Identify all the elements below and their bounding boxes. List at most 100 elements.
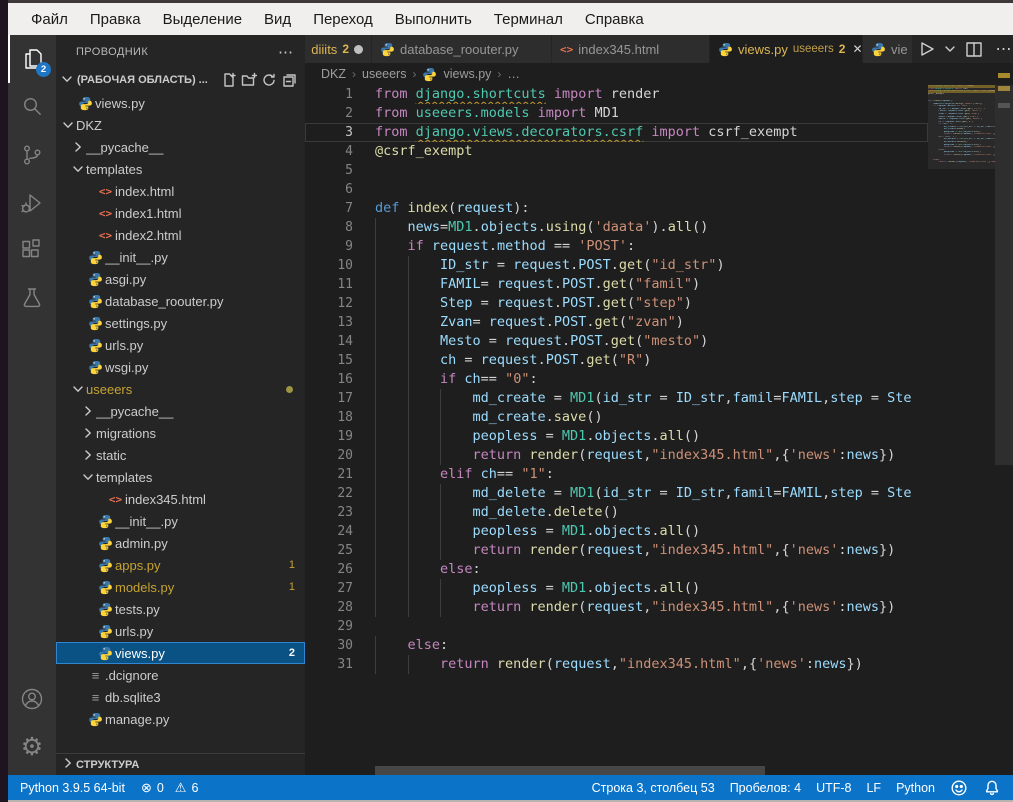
new-folder-icon[interactable] xyxy=(239,71,259,89)
outline-section-header[interactable]: СТРУКТУРА xyxy=(56,753,305,775)
code-line-22[interactable]: 22md_delete = MD1(id_str = ID_str,famil=… xyxy=(305,484,928,503)
menu-item-Вид[interactable]: Вид xyxy=(253,3,302,35)
tab-index345.html[interactable]: <>index345.html xyxy=(552,35,710,63)
menu-item-Терминал[interactable]: Терминал xyxy=(483,3,574,35)
split-editor-icon[interactable] xyxy=(961,39,987,59)
code-line-1[interactable]: 1from django.shortcuts import render xyxy=(305,85,928,104)
code-line-10[interactable]: 10ID_str = request.POST.get("id_str") xyxy=(305,256,928,275)
code-line-29[interactable]: 29 xyxy=(305,617,928,636)
status-LF[interactable]: LF xyxy=(866,781,881,795)
code-line-4[interactable]: 4@csrf_exempt xyxy=(305,142,928,161)
tree-file-views.py[interactable]: views.py2 xyxy=(56,642,305,664)
code-line-7[interactable]: 7def index(request): xyxy=(305,199,928,218)
status-python-version[interactable]: Python 3.9.5 64-bit xyxy=(20,781,125,795)
new-file-icon[interactable] xyxy=(219,71,239,89)
activity-extensions-icon[interactable] xyxy=(8,227,56,275)
code-line-8[interactable]: 8news=MD1.objects.using('daata').all() xyxy=(305,218,928,237)
tree-file-admin.py[interactable]: admin.py xyxy=(56,532,305,554)
code-line-3[interactable]: 3from django.views.decorators.csrf impor… xyxy=(305,123,928,142)
bell-icon[interactable] xyxy=(983,779,1001,797)
breadcrumb[interactable]: DKZ›useeers›views.py›… xyxy=(305,63,1013,85)
vertical-scrollbar[interactable] xyxy=(995,85,1013,465)
horizontal-scrollbar[interactable] xyxy=(375,766,765,775)
activity-account-icon[interactable] xyxy=(8,675,56,723)
status-problems[interactable]: ⊗0⚠6 xyxy=(141,780,198,796)
tree-file-index2.html[interactable]: <>index2.html xyxy=(56,224,305,246)
refresh-icon[interactable] xyxy=(259,71,279,89)
code-line-12[interactable]: 12Step = request.POST.get("step") xyxy=(305,294,928,313)
menu-item-Выделение[interactable]: Выделение xyxy=(152,3,253,35)
tree-folder-__pycache__[interactable]: __pycache__ xyxy=(56,136,305,158)
code-line-14[interactable]: 14Mesto = request.POST.get("mesto") xyxy=(305,332,928,351)
tree-folder-templates[interactable]: templates xyxy=(56,466,305,488)
code-line-15[interactable]: 15ch = request.POST.get("R") xyxy=(305,351,928,370)
tree-folder-static[interactable]: static xyxy=(56,444,305,466)
activity-run-debug-icon[interactable] xyxy=(8,179,56,227)
code-line-23[interactable]: 23md_delete.delete() xyxy=(305,503,928,522)
tree-file-database_roouter.py[interactable]: database_roouter.py xyxy=(56,290,305,312)
status-Строка-3-столбец-53[interactable]: Строка 3, столбец 53 xyxy=(592,781,715,795)
more-actions-icon[interactable]: ⋯ xyxy=(278,43,293,61)
tree-file-models.py[interactable]: models.py1 xyxy=(56,576,305,598)
activity-search-icon[interactable] xyxy=(8,83,56,131)
activity-testing-icon[interactable] xyxy=(8,275,56,323)
tree-file-asgi.py[interactable]: asgi.py xyxy=(56,268,305,290)
minimap[interactable]: from django.shortcuts import renderfrom … xyxy=(928,85,995,768)
breadcrumb-item[interactable]: views.py xyxy=(443,67,491,81)
code-line-17[interactable]: 17md_create = MD1(id_str = ID_str,famil=… xyxy=(305,389,928,408)
menu-item-Файл[interactable]: Файл xyxy=(20,3,79,35)
code-line-21[interactable]: 21elif ch== "1": xyxy=(305,465,928,484)
workspace-section-header[interactable]: (РАБОЧАЯ ОБЛАСТЬ) ... xyxy=(56,69,305,91)
tree-file-db.sqlite3[interactable]: ≡db.sqlite3 xyxy=(56,686,305,708)
tree-file-index345.html[interactable]: <>index345.html xyxy=(56,488,305,510)
more-icon[interactable]: ⋯ xyxy=(991,39,1013,59)
code-line-20[interactable]: 20return render(request,"index345.html",… xyxy=(305,446,928,465)
tree-folder-useeers[interactable]: useeers xyxy=(56,378,305,400)
tab-views.py[interactable]: views.pyuseeers2✕ xyxy=(710,35,863,63)
tree-file-manage.py[interactable]: manage.py xyxy=(56,708,305,730)
code-line-31[interactable]: 31return render(request,"index345.html",… xyxy=(305,655,928,674)
code-line-27[interactable]: 27peopless = MD1.objects.all() xyxy=(305,579,928,598)
code-line-9[interactable]: 9if request.method == 'POST': xyxy=(305,237,928,256)
tree-folder-__pycache__[interactable]: __pycache__ xyxy=(56,400,305,422)
tree-file-urls.py[interactable]: urls.py xyxy=(56,620,305,642)
status-UTF-8[interactable]: UTF-8 xyxy=(816,781,851,795)
status-Python[interactable]: Python xyxy=(896,781,935,795)
code-line-26[interactable]: 26else: xyxy=(305,560,928,579)
code-line-16[interactable]: 16if ch== "0": xyxy=(305,370,928,389)
menu-item-Переход[interactable]: Переход xyxy=(302,3,384,35)
collapse-all-icon[interactable] xyxy=(279,71,299,89)
breadcrumb-item[interactable]: useeers xyxy=(362,67,406,81)
status-Пробелов-4[interactable]: Пробелов: 4 xyxy=(730,781,801,795)
code-line-18[interactable]: 18md_create.save() xyxy=(305,408,928,427)
tree-file-.dcignore[interactable]: ≡.dcignore xyxy=(56,664,305,686)
activity-source-control-icon[interactable] xyxy=(8,131,56,179)
menu-item-Справка[interactable]: Справка xyxy=(574,3,655,35)
code-line-28[interactable]: 28return render(request,"index345.html",… xyxy=(305,598,928,617)
tree-file-index1.html[interactable]: <>index1.html xyxy=(56,202,305,224)
code-line-25[interactable]: 25return render(request,"index345.html",… xyxy=(305,541,928,560)
code-line-30[interactable]: 30else: xyxy=(305,636,928,655)
menu-item-Правка[interactable]: Правка xyxy=(79,3,152,35)
run-icon[interactable] xyxy=(913,39,939,59)
tree-file-settings.py[interactable]: settings.py xyxy=(56,312,305,334)
code-line-24[interactable]: 24peopless = MD1.objects.all() xyxy=(305,522,928,541)
tree-file-apps.py[interactable]: apps.py1 xyxy=(56,554,305,576)
code-line-13[interactable]: 13Zvan= request.POST.get("zvan") xyxy=(305,313,928,332)
activity-explorer-icon[interactable]: 2 xyxy=(8,35,56,83)
tree-file-index.html[interactable]: <>index.html xyxy=(56,180,305,202)
breadcrumb-item[interactable]: … xyxy=(507,67,520,81)
code-line-2[interactable]: 2from useeers.models import MD1 xyxy=(305,104,928,123)
tree-folder-DKZ[interactable]: DKZ xyxy=(56,114,305,136)
breadcrumb-item[interactable]: DKZ xyxy=(321,67,346,81)
code-line-6[interactable]: 6 xyxy=(305,180,928,199)
code-line-19[interactable]: 19peopless = MD1.objects.all() xyxy=(305,427,928,446)
tree-file-__init__.py[interactable]: __init__.py xyxy=(56,510,305,532)
tree-file-tests.py[interactable]: tests.py xyxy=(56,598,305,620)
tree-file-__init__.py[interactable]: __init__.py xyxy=(56,246,305,268)
tree-folder-templates[interactable]: templates xyxy=(56,158,305,180)
code-line-5[interactable]: 5 xyxy=(305,161,928,180)
code-line-11[interactable]: 11FAMIL= request.POST.get("famil") xyxy=(305,275,928,294)
close-icon[interactable]: ✕ xyxy=(852,42,862,56)
activity-settings-icon[interactable]: ⚙ xyxy=(8,723,56,771)
